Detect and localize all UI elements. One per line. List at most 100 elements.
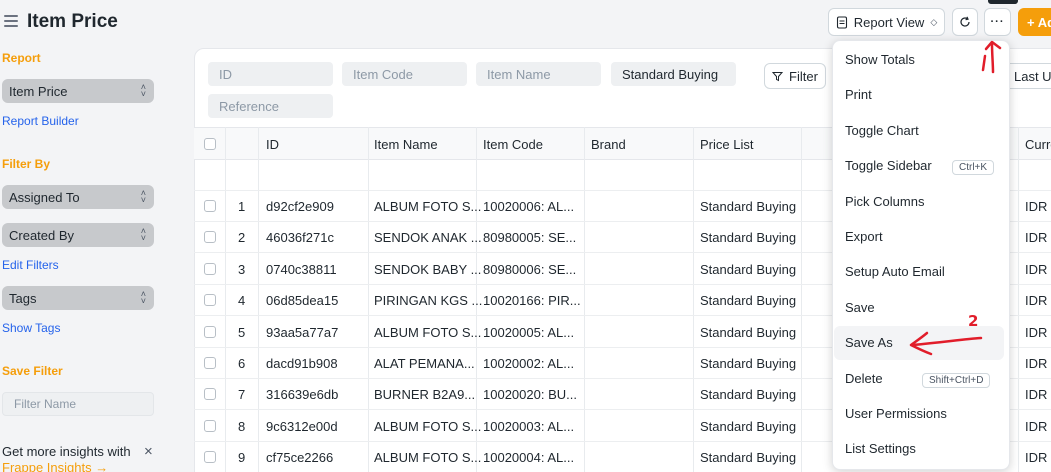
menu-item-toggle-chart[interactable]: Toggle Chart xyxy=(845,123,919,138)
tooltip xyxy=(988,0,1018,4)
more-actions-button[interactable]: ··· xyxy=(984,8,1011,36)
row-item-code: 80980005: SE... xyxy=(483,230,577,245)
report-heading: Report xyxy=(2,51,41,65)
reference-filter-input[interactable]: Reference xyxy=(208,94,333,118)
row-checkbox[interactable] xyxy=(204,326,216,338)
row-item-code: 10020006: AL... xyxy=(483,199,575,214)
row-id-link[interactable]: 93aa5a77a7 xyxy=(266,325,338,340)
row-id-link[interactable]: d92cf2e909 xyxy=(266,199,334,214)
menu-item-pick-columns[interactable]: Pick Columns xyxy=(845,194,924,209)
row-id-link[interactable]: 06d85dea15 xyxy=(266,293,338,308)
menu-item-setup-auto-email[interactable]: Setup Auto Email xyxy=(845,264,945,279)
report-select[interactable]: Item Price ˄ ˅ xyxy=(2,79,154,103)
created-by-label: Created By xyxy=(9,227,75,243)
filter-button[interactable]: Filter xyxy=(764,63,826,89)
filter-by-heading: Filter By xyxy=(2,157,51,171)
row-item-name: SENDOK ANAK ... xyxy=(374,230,482,245)
price-list-filter-input[interactable]: Standard Buying xyxy=(611,62,736,86)
row-price-list: Standard Buying xyxy=(700,262,797,277)
row-item-name: SENDOK BABY ... xyxy=(374,262,482,277)
row-checkbox[interactable] xyxy=(204,451,216,463)
row-currency: IDR xyxy=(1025,419,1048,434)
menu-shortcut: Ctrl+K xyxy=(952,160,995,175)
row-currency: IDR xyxy=(1025,387,1048,402)
menu-item-save-as[interactable]: Save As xyxy=(845,335,893,350)
row-number: 6 xyxy=(238,356,246,371)
report-builder-link[interactable]: Report Builder xyxy=(2,114,79,128)
row-id-link[interactable]: 9c6312e00d xyxy=(266,419,338,434)
item-code-filter-input[interactable]: Item Code xyxy=(342,62,467,86)
row-item-code: 80980006: SE... xyxy=(483,262,577,277)
row-price-list: Standard Buying xyxy=(700,356,797,371)
row-id-link[interactable]: 316639e6db xyxy=(266,387,338,402)
row-checkbox[interactable] xyxy=(204,420,216,432)
insights-text: Get more insights with xyxy=(2,444,131,459)
row-item-name: ALAT PEMANA... xyxy=(374,356,475,371)
menu-item-save[interactable]: Save xyxy=(845,300,875,315)
filter-button-label: Filter xyxy=(789,68,818,84)
row-checkbox[interactable] xyxy=(204,263,216,275)
menu-item-toggle-sidebar[interactable]: Toggle Sidebar xyxy=(845,158,932,173)
show-tags-link[interactable]: Show Tags xyxy=(2,321,60,335)
row-number: 1 xyxy=(238,199,246,214)
row-price-list: Standard Buying xyxy=(700,387,797,402)
edit-filters-link[interactable]: Edit Filters xyxy=(2,258,59,272)
row-currency: IDR xyxy=(1025,199,1048,214)
row-id-link[interactable]: 0740c38811 xyxy=(266,262,337,277)
menu-item-user-permissions[interactable]: User Permissions xyxy=(845,406,947,421)
add-item-price-button[interactable]: + Ad xyxy=(1018,8,1051,36)
column-header-item-code[interactable]: Item Code xyxy=(483,137,543,152)
menu-item-list-settings[interactable]: List Settings xyxy=(845,441,916,456)
id-filter-input[interactable]: ID xyxy=(208,62,333,86)
row-checkbox[interactable] xyxy=(204,200,216,212)
sidebar-toggle-icon[interactable] xyxy=(4,15,18,27)
refresh-button[interactable] xyxy=(952,8,978,36)
menu-item-print[interactable]: Print xyxy=(845,87,872,102)
row-currency: IDR xyxy=(1025,450,1048,465)
tags-label: Tags xyxy=(9,290,37,306)
chevron-updown-icon: ◇ xyxy=(930,16,938,27)
row-checkbox[interactable] xyxy=(204,357,216,369)
created-by-select[interactable]: Created By ˄ ˅ xyxy=(2,223,154,247)
row-number: 7 xyxy=(238,387,246,402)
row-checkbox[interactable] xyxy=(204,294,216,306)
annotation-arrow-up-icon xyxy=(981,40,1002,74)
assigned-to-select[interactable]: Assigned To ˄ ˅ xyxy=(2,185,154,209)
menu-item-export[interactable]: Export xyxy=(845,229,883,244)
row-id-link[interactable]: cf75ce2266 xyxy=(266,450,333,465)
chevron-updown-icon: ˄ ˅ xyxy=(140,187,146,205)
row-price-list: Standard Buying xyxy=(700,230,797,245)
annotation-step-2: 2 xyxy=(968,312,979,330)
column-header-price-list[interactable]: Price List xyxy=(700,137,753,152)
row-number: 2 xyxy=(238,230,246,245)
sort-button[interactable]: Last Up xyxy=(1003,63,1051,89)
close-icon[interactable]: × xyxy=(144,443,153,460)
row-currency: IDR xyxy=(1025,356,1048,371)
item-name-filter-input[interactable]: Item Name xyxy=(476,62,601,86)
row-currency: IDR xyxy=(1025,230,1048,245)
row-checkbox[interactable] xyxy=(204,231,216,243)
column-header-id[interactable]: ID xyxy=(266,137,279,152)
row-item-code: 10020166: PIR... xyxy=(483,293,581,308)
tags-select[interactable]: Tags ˄ ˅ xyxy=(2,286,154,310)
row-item-name: ALBUM FOTO S... xyxy=(374,450,482,465)
menu-shortcut: Shift+Ctrl+D xyxy=(922,373,991,388)
frappe-insights-link[interactable]: Frappe Insights → xyxy=(2,460,108,472)
row-item-code: 10020004: AL... xyxy=(483,450,575,465)
row-number: 3 xyxy=(238,262,246,277)
filter-name-input[interactable]: Filter Name xyxy=(2,392,154,416)
row-id-link[interactable]: 46036f271c xyxy=(266,230,334,245)
row-number: 4 xyxy=(238,293,246,308)
select-all-checkbox[interactable] xyxy=(204,138,216,150)
column-header-item-name[interactable]: Item Name xyxy=(374,137,438,152)
report-view-button[interactable]: Report View ◇ xyxy=(828,8,945,36)
row-id-link[interactable]: dacd91b908 xyxy=(266,356,338,371)
column-header-brand[interactable]: Brand xyxy=(591,137,626,152)
menu-item-delete[interactable]: Delete xyxy=(845,371,883,386)
menu-item-show-totals[interactable]: Show Totals xyxy=(845,52,915,67)
row-number: 8 xyxy=(238,419,246,434)
row-checkbox[interactable] xyxy=(204,388,216,400)
report-select-value: Item Price xyxy=(9,83,68,99)
row-item-code: 10020003: AL... xyxy=(483,419,575,434)
column-header-currency[interactable]: Curre xyxy=(1025,137,1051,152)
